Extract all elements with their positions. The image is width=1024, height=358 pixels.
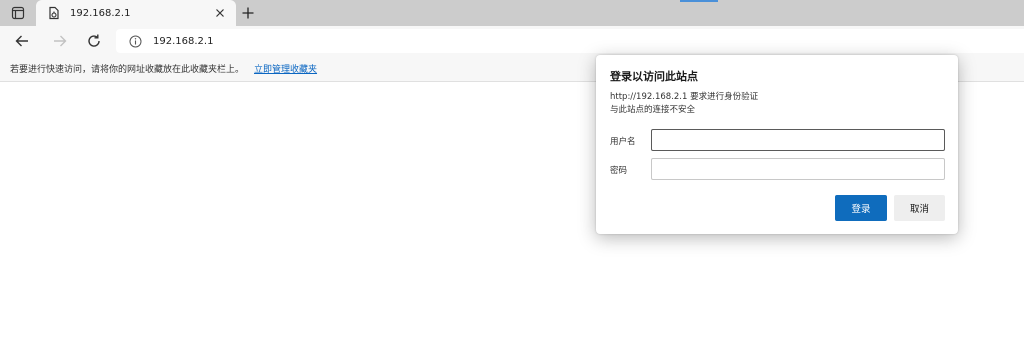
favorites-hint: 若要进行快速访问，请将你的网址收藏放在此收藏夹栏上。 [10,65,245,75]
back-arrow-icon[interactable] [12,31,32,51]
username-field[interactable] [651,129,945,151]
dialog-message-line2: 与此站点的连接不安全 [610,105,696,115]
tab-strip-accent [680,0,718,2]
tab-strip: 192.168.2.1 [0,0,1024,26]
login-button[interactable]: 登录 [835,195,887,221]
address-url: 192.168.2.1 [153,35,214,47]
password-field[interactable] [651,158,945,180]
manage-favorites-link[interactable]: 立即管理收藏夹 [254,62,317,75]
info-icon[interactable] [128,34,142,48]
new-tab-button[interactable] [238,3,258,23]
cancel-button[interactable]: 取消 [894,195,945,221]
username-label: 用户名 [610,137,636,147]
tab-title: 192.168.2.1 [70,7,131,19]
dialog-message-line1: http://192.168.2.1 要求进行身份验证 [610,92,759,102]
browser-tab[interactable]: 192.168.2.1 [36,0,236,26]
dialog-title: 登录以访问此站点 [610,70,698,83]
tab-actions-icon[interactable] [6,3,30,23]
page-favicon-icon [46,5,62,21]
password-label: 密码 [610,166,628,176]
close-icon[interactable] [212,5,228,21]
auth-dialog: 登录以访问此站点 http://192.168.2.1 要求进行身份验证 与此站… [596,55,958,234]
forward-arrow-icon[interactable] [50,31,70,51]
address-bar[interactable]: 192.168.2.1 [116,29,1024,53]
browser-toolbar: 192.168.2.1 [0,26,1024,56]
refresh-icon[interactable] [84,31,104,51]
